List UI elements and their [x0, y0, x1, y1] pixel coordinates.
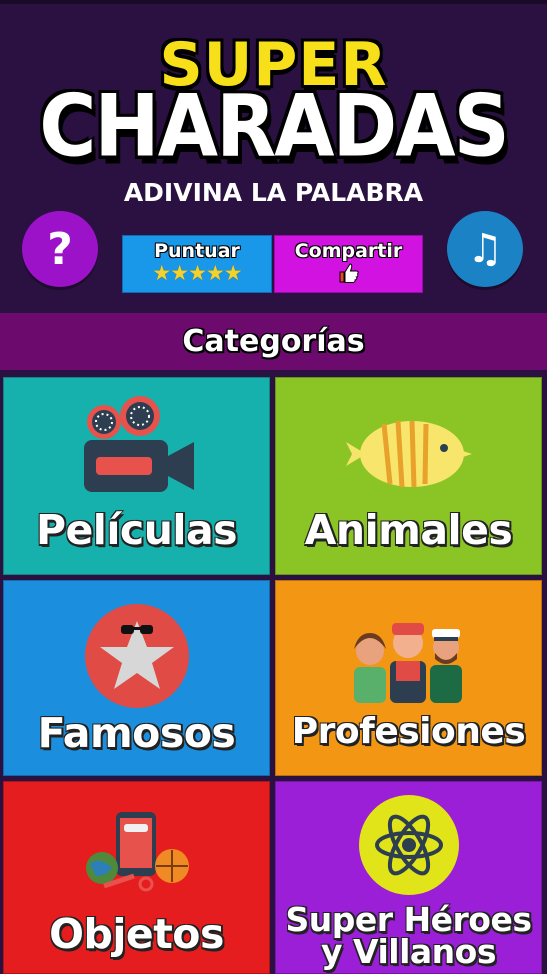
category-label: Objetos: [49, 910, 224, 958]
category-tile-peliculas[interactable]: Películas: [3, 377, 270, 575]
workers-icon: [354, 623, 462, 703]
music-note-icon: ♫: [467, 226, 503, 272]
status-bar: [0, 0, 547, 4]
category-tile-objetos[interactable]: Objetos: [3, 781, 270, 974]
fish-icon: [346, 420, 472, 488]
help-button[interactable]: ?: [22, 211, 98, 287]
stars-icon: ★★★★★: [152, 261, 242, 285]
atom-icon: [359, 795, 459, 895]
category-tile-animales[interactable]: Animales: [275, 377, 542, 575]
music-button[interactable]: ♫: [447, 211, 523, 287]
categories-header: Categorías: [0, 313, 547, 370]
category-label: Profesiones: [291, 711, 526, 752]
category-label-line2: y Villanos: [321, 932, 496, 971]
subtitle: ADIVINA LA PALABRA: [123, 178, 424, 207]
category-tile-famosos[interactable]: Famosos: [3, 580, 270, 776]
share-label: Compartir: [294, 240, 403, 262]
rate-label: Puntuar: [154, 240, 240, 262]
movie-camera-icon: [84, 396, 194, 492]
share-button[interactable]: Compartir: [274, 235, 423, 293]
logo-charadas-text: CHARADAS: [39, 77, 510, 177]
category-label: Animales: [304, 506, 513, 554]
category-label: Películas: [35, 506, 238, 554]
objects-icon: [86, 812, 189, 892]
question-icon: ?: [47, 223, 73, 275]
rate-button[interactable]: Puntuar ★★★★★: [122, 235, 272, 293]
category-tile-profesiones[interactable]: Profesiones: [275, 580, 542, 776]
category-label: Famosos: [37, 709, 236, 757]
thumbs-up-icon: [275, 262, 422, 288]
category-tile-super-heroes[interactable]: Super Héroes y Villanos: [275, 781, 542, 974]
star-sunglasses-icon: [85, 604, 189, 708]
